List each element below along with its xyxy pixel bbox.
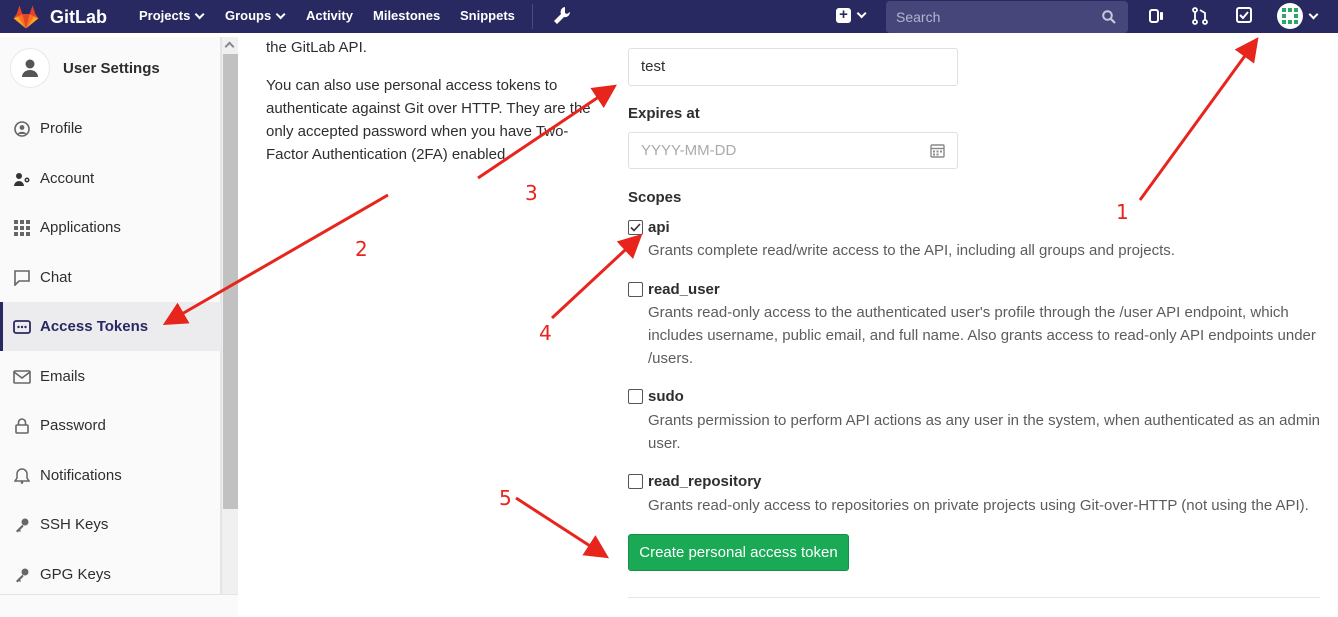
sidebar-scrollbar[interactable] <box>221 37 238 617</box>
scope-read-repository-description: Grants read-only access to repositories … <box>648 497 1309 514</box>
description-top-line: the GitLab API. <box>266 39 367 56</box>
sidebar-item-emails[interactable]: Emails <box>0 352 221 401</box>
nav-groups-label: Groups <box>225 8 272 23</box>
sidebar-item-label: Profile <box>40 120 83 137</box>
chevron-down-icon <box>275 9 286 20</box>
scope-read-repository-name: read_repository <box>648 473 762 490</box>
scope-api-description: Grants complete read/write access to the… <box>648 242 1175 259</box>
expires-label: Expires at <box>628 105 700 122</box>
annotation-arrow-1 <box>1138 37 1259 201</box>
scroll-up-arrow-icon[interactable] <box>224 41 235 52</box>
annotation-number-4: 4 <box>539 321 552 345</box>
sidebar-item-access-tokens[interactable]: Access Tokens <box>0 302 221 351</box>
applications-icon <box>13 219 31 237</box>
scopes-label: Scopes <box>628 189 682 206</box>
scope-read-user-checkbox[interactable] <box>628 282 643 297</box>
annotation-number-5: 5 <box>499 486 512 510</box>
envelope-icon <box>13 368 31 386</box>
user-avatar[interactable] <box>1277 3 1303 29</box>
sidebar-item-label: Access Tokens <box>40 318 149 335</box>
gitlab-home-link[interactable]: GitLab <box>12 4 107 30</box>
sidebar-item-label: Account <box>40 170 95 187</box>
description-paragraph: You can also use personal access tokens … <box>266 77 591 163</box>
sidebar-item-ssh-keys[interactable]: SSH Keys <box>0 500 221 549</box>
profile-icon <box>13 120 31 138</box>
sidebar-item-password[interactable]: Password <box>0 401 221 450</box>
annotation-arrow-5 <box>515 496 610 559</box>
scrollbar-thumb[interactable] <box>223 54 238 509</box>
chevron-down-icon[interactable] <box>1308 9 1319 20</box>
account-icon <box>13 170 31 188</box>
gitlab-logo-icon <box>13 5 39 29</box>
sidebar-item-chat[interactable]: Chat <box>0 253 221 302</box>
issues-icon[interactable] <box>1148 7 1166 30</box>
sidebar-item-gpg-keys[interactable]: GPG Keys <box>0 550 221 599</box>
sidebar-item-label: GPG Keys <box>40 566 111 583</box>
sidebar-collapse-bar[interactable] <box>0 594 238 617</box>
sidebar-item-notifications[interactable]: Notifications <box>0 451 221 500</box>
calendar-icon[interactable] <box>930 143 945 158</box>
nav-divider <box>532 4 533 29</box>
scope-api-checkbox[interactable] <box>628 220 643 235</box>
todos-icon[interactable] <box>1236 7 1252 28</box>
bell-icon <box>13 467 31 485</box>
merge-requests-icon[interactable] <box>1192 7 1208 30</box>
key-icon <box>13 566 31 584</box>
key-icon <box>13 516 31 534</box>
expires-date-input[interactable] <box>641 142 891 159</box>
annotation-number-1: 1 <box>1116 200 1129 224</box>
admin-wrench-icon[interactable] <box>553 6 571 31</box>
nav-groups[interactable]: Groups <box>225 8 286 23</box>
avatar-identicon-icon <box>1282 8 1298 24</box>
expires-date-field <box>628 132 958 169</box>
nav-milestones[interactable]: Milestones <box>373 8 440 23</box>
plus-icon: + <box>836 7 851 23</box>
search-input[interactable] <box>896 8 1096 26</box>
annotation-arrow-4 <box>550 233 643 320</box>
search-box <box>886 1 1128 33</box>
sidebar-item-label: Notifications <box>40 467 122 484</box>
sidebar-item-label: Password <box>40 417 106 434</box>
scope-sudo-description: Grants permission to perform API actions… <box>648 412 1321 452</box>
nav-projects[interactable]: Projects <box>139 8 205 23</box>
token-name-field[interactable]: test <box>628 48 958 86</box>
sidebar-item-label: Emails <box>40 368 86 385</box>
divider <box>628 597 1320 598</box>
scope-read-user-name: read_user <box>648 281 720 298</box>
checkmark-icon <box>630 223 641 232</box>
chevron-down-icon <box>194 9 205 20</box>
access-tokens-icon <box>13 318 31 336</box>
sidebar-header: User Settings <box>0 37 221 99</box>
create-token-button[interactable]: Create personal access token <box>628 534 849 571</box>
lock-icon <box>13 417 31 435</box>
top-navbar: GitLab Projects Groups Activity Mileston… <box>0 0 1338 33</box>
settings-sidebar: User Settings Profile Account Applicatio… <box>0 37 221 617</box>
nav-projects-label: Projects <box>139 8 191 23</box>
annotation-number-2: 2 <box>355 237 368 261</box>
chat-icon <box>13 269 31 287</box>
scope-read-repository-checkbox[interactable] <box>628 474 643 489</box>
scope-sudo-name: sudo <box>648 388 684 405</box>
sidebar-title: User Settings <box>63 59 160 77</box>
annotation-number-3: 3 <box>525 181 538 205</box>
chevron-down-icon <box>856 8 867 19</box>
sidebar-item-account[interactable]: Account <box>0 154 221 203</box>
sidebar-item-label: Chat <box>40 269 72 286</box>
sidebar-item-label: Applications <box>40 219 121 236</box>
brand-name: GitLab <box>50 6 107 27</box>
new-dropdown-button[interactable]: + <box>836 7 867 23</box>
scope-sudo-checkbox[interactable] <box>628 389 643 404</box>
nav-activity[interactable]: Activity <box>306 8 353 23</box>
sidebar-item-label: SSH Keys <box>40 516 109 533</box>
sidebar-item-applications[interactable]: Applications <box>0 203 221 252</box>
search-icon <box>1102 10 1116 24</box>
sidebar-item-profile[interactable]: Profile <box>0 104 221 153</box>
scope-api-name: api <box>648 219 670 236</box>
user-icon <box>10 48 50 88</box>
scope-read-user-description: Grants read-only access to the authentic… <box>648 304 1316 367</box>
nav-snippets[interactable]: Snippets <box>460 8 515 23</box>
